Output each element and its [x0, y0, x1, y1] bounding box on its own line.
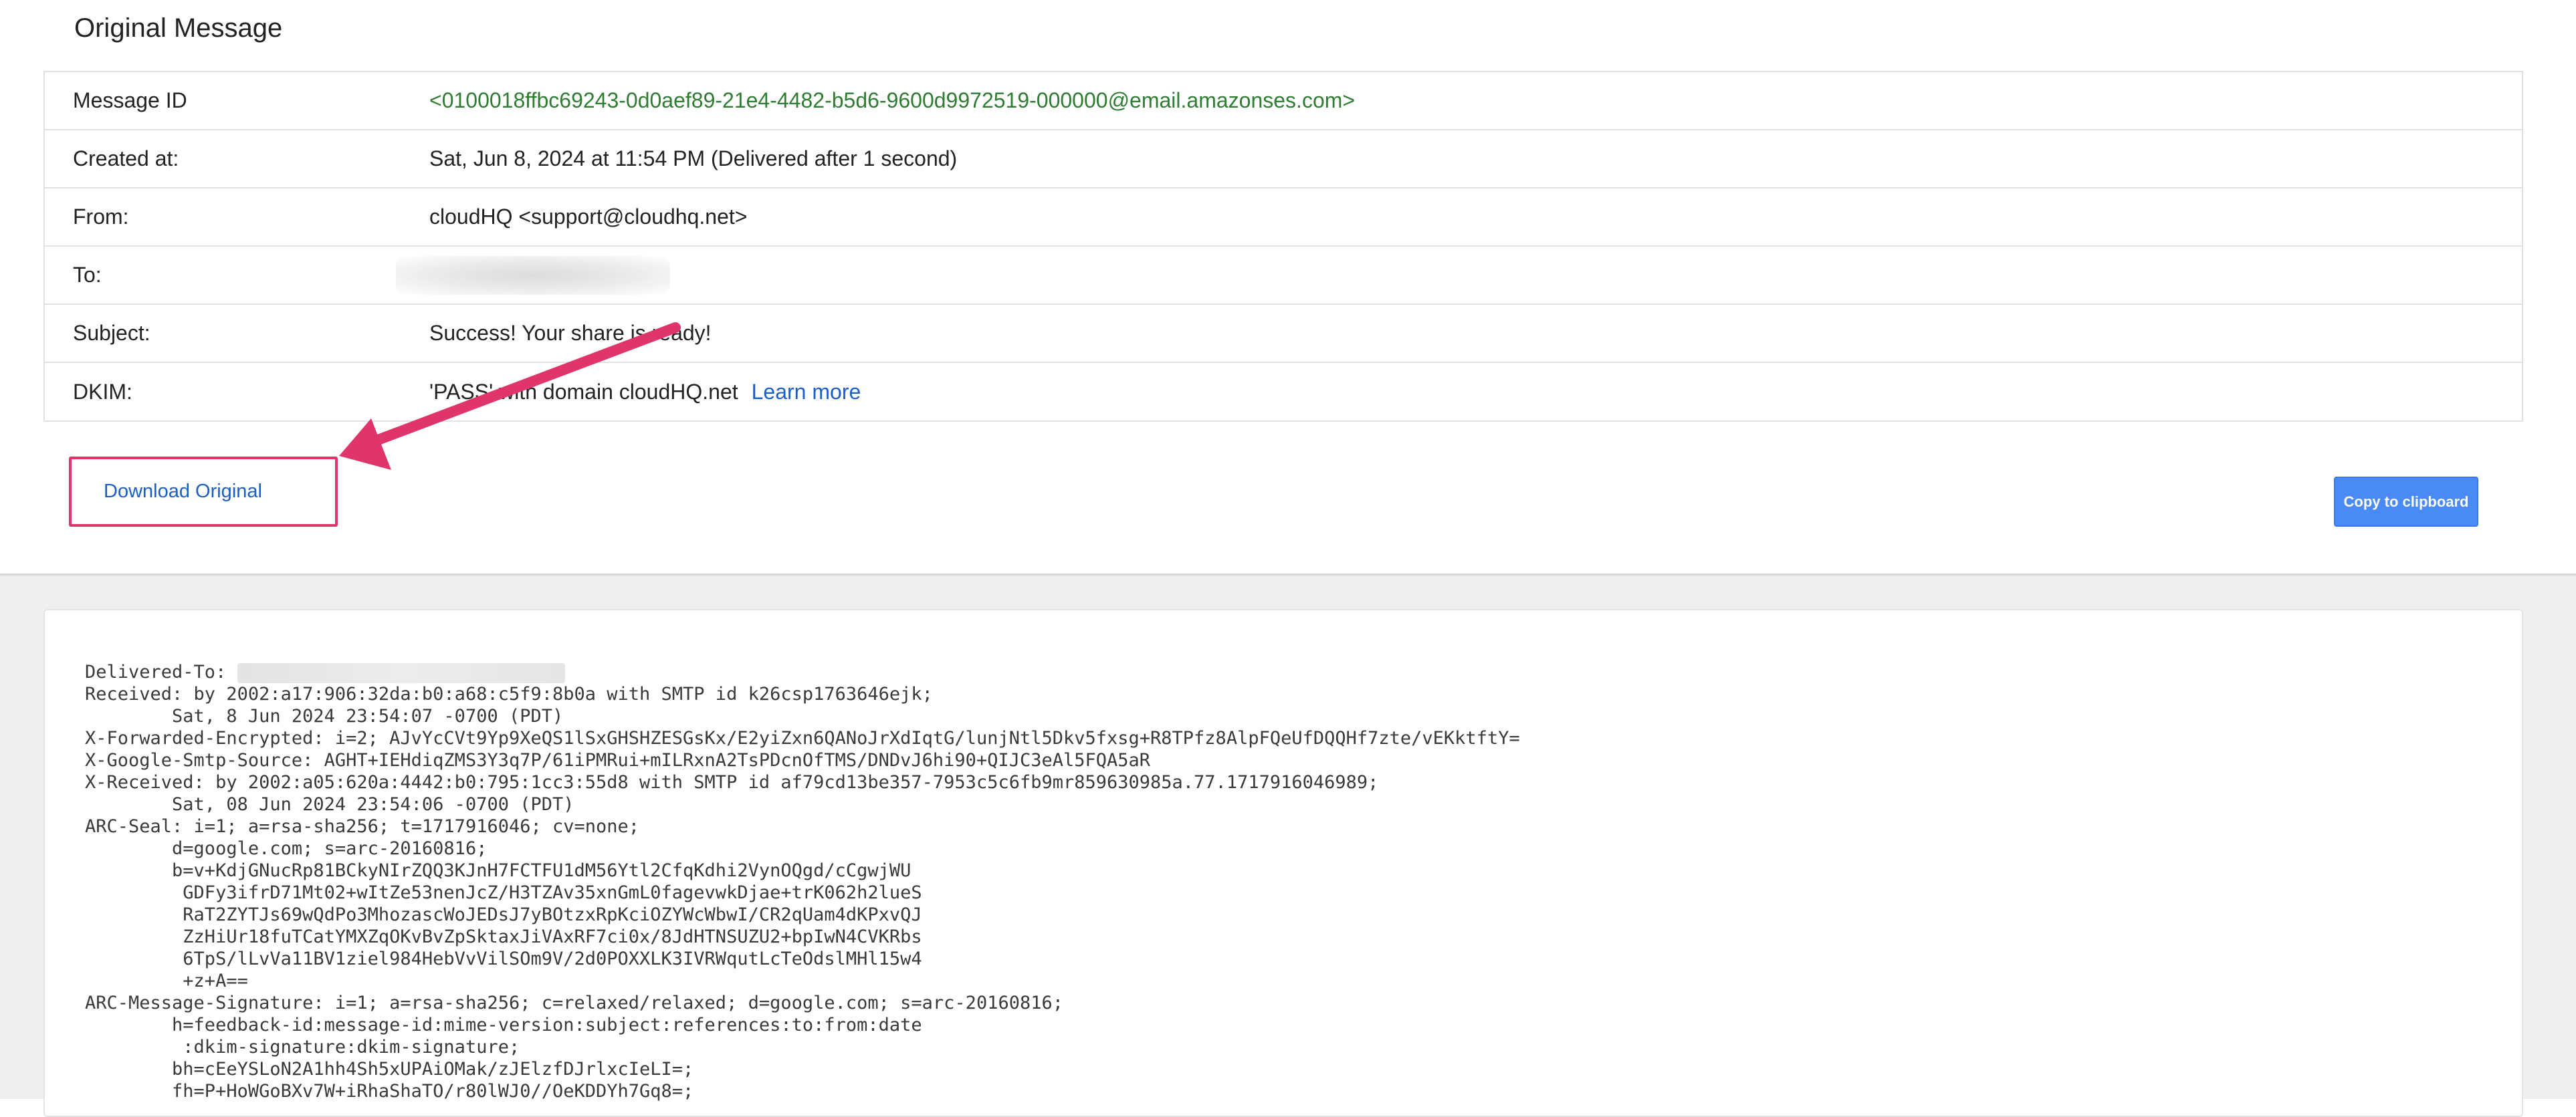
detail-row-from: From: cloudHQ <support@cloudhq.net>: [45, 189, 2522, 247]
redacted-address: [237, 662, 565, 683]
detail-label: DKIM:: [73, 379, 132, 404]
raw-line: 6TpS/lLvVa11BV1ziel984HebVvVilSOm9V/2d0P…: [85, 949, 922, 969]
subject-value: Success! Your share is ready!: [429, 321, 712, 345]
raw-line: RaT2ZYTJs69wQdPo3MhozascWoJEDsJ7yBOtzxRp…: [85, 904, 922, 925]
raw-line: X-Google-Smtp-Source: AGHT+IEHdiqZMS3Y3q…: [85, 750, 1151, 771]
learn-more-link[interactable]: Learn more: [752, 380, 861, 404]
dkim-value-container: 'PASS' with domain cloudHQ.net Learn more: [429, 363, 861, 420]
message-details-table: Message ID <0100018ffbc69243-0d0aef89-21…: [43, 71, 2523, 422]
detail-label: From:: [73, 205, 129, 229]
raw-line: GDFy3ifrD71Mt02+wItZe53nenJcZ/H3TZAv35xn…: [85, 882, 922, 903]
raw-line: Sat, 8 Jun 2024 23:54:07 -0700 (PDT): [85, 706, 564, 727]
redacted-recipient: [396, 255, 670, 295]
to-value: [396, 247, 670, 303]
detail-label: Message ID: [73, 88, 187, 112]
raw-line: +z+A==: [85, 971, 248, 991]
detail-label: To:: [73, 263, 102, 287]
created-at-value: Sat, Jun 8, 2024 at 11:54 PM (Delivered …: [429, 146, 958, 170]
raw-line: ARC-Message-Signature: i=1; a=rsa-sha256…: [85, 993, 1063, 1013]
download-original-link[interactable]: Download Original: [104, 459, 262, 524]
raw-line: :dkim-signature:dkim-signature;: [85, 1037, 520, 1058]
raw-line: bh=cEeYSLoN2A1hh4Sh5xUPAiOMak/zJElzfDJrl…: [85, 1059, 694, 1080]
raw-line: X-Forwarded-Encrypted: i=2; AJvYcCVt9Yp9…: [85, 728, 1520, 749]
detail-row-message-id: Message ID <0100018ffbc69243-0d0aef89-21…: [45, 72, 2522, 130]
message-details-panel: Original Message Message ID <0100018ffbc…: [0, 0, 2576, 576]
page-title: Original Message: [74, 13, 283, 43]
raw-message-source: Delivered-To: Received: by 2002:a17:906:…: [85, 661, 1520, 1102]
raw-line: ARC-Seal: i=1; a=rsa-sha256; t=171791604…: [85, 816, 640, 837]
raw-line: h=feedback-id:message-id:mime-version:su…: [85, 1015, 922, 1035]
detail-row-subject: Subject: Success! Your share is ready!: [45, 305, 2522, 363]
raw-line: Received: by 2002:a17:906:32da:b0:a68:c5…: [85, 684, 933, 705]
raw-line: d=google.com; s=arc-20160816;: [85, 838, 488, 859]
detail-row-to: To:: [45, 247, 2522, 305]
raw-line: Sat, 08 Jun 2024 23:54:06 -0700 (PDT): [85, 794, 574, 815]
raw-source-panel: Delivered-To: Received: by 2002:a17:906:…: [0, 576, 2576, 1117]
message-id-value: <0100018ffbc69243-0d0aef89-21e4-4482-b5d…: [429, 88, 1356, 112]
detail-label: Created at:: [73, 146, 179, 170]
raw-line: b=v+KdjGNucRp81BCkyNIrZQQ3KJnH7FCTFU1dM5…: [85, 860, 911, 881]
from-value: cloudHQ <support@cloudhq.net>: [429, 205, 748, 229]
copy-to-clipboard-button[interactable]: Copy to clipboard: [2334, 477, 2478, 527]
detail-label: Subject:: [73, 321, 150, 345]
raw-source-card: Delivered-To: Received: by 2002:a17:906:…: [43, 609, 2523, 1117]
detail-row-dkim: DKIM: 'PASS' with domain cloudHQ.net Lear…: [45, 363, 2522, 420]
raw-line: fh=P+HoWGoBXv7W+iRhaShaTO/r80lWJ0//OeKDD…: [85, 1081, 694, 1102]
raw-line-delivered-to: Delivered-To:: [85, 661, 1520, 683]
raw-line: ZzHiUr18fuTCatYMXZqOKvBvZpSktaxJiVAxRF7c…: [85, 926, 922, 947]
raw-line: X-Received: by 2002:a05:620a:4442:b0:795…: [85, 772, 1379, 793]
download-highlight-box: Download Original: [69, 457, 338, 527]
detail-row-created-at: Created at: Sat, Jun 8, 2024 at 11:54 PM…: [45, 130, 2522, 189]
dkim-value: 'PASS' with domain cloudHQ.net: [429, 379, 738, 404]
